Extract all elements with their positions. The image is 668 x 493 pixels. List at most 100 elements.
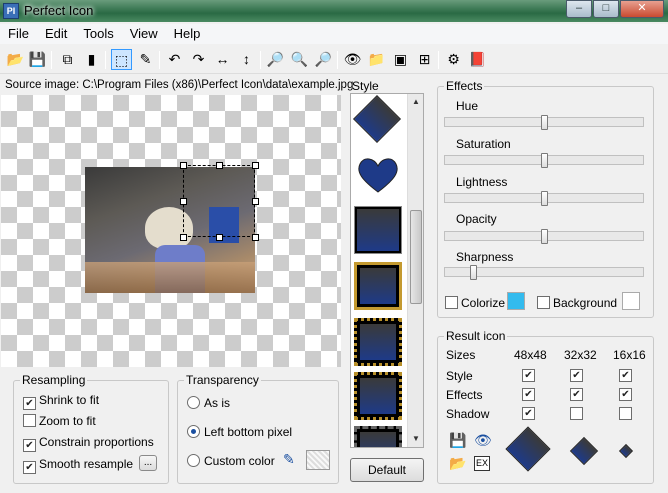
scroll-up-arrow-icon[interactable]: ▲ (408, 94, 424, 110)
options-icon[interactable]: ⚙ (443, 49, 464, 70)
selection-handle[interactable] (252, 198, 259, 205)
style-thumbnail-gold-frame[interactable] (354, 262, 402, 310)
zoom-fit-icon[interactable]: 🔎 (313, 49, 334, 70)
image-canvas[interactable] (1, 95, 341, 367)
style-thumbnail-square[interactable] (354, 206, 402, 254)
slider-thumb[interactable] (541, 191, 548, 206)
copy-icon[interactable]: ⧉ (57, 49, 78, 70)
checkbox-box[interactable] (537, 296, 550, 309)
menu-file[interactable]: File (0, 24, 37, 44)
flip-horizontal-icon[interactable]: ↔ (212, 49, 233, 70)
open-icon-icon[interactable]: 📁 (366, 49, 387, 70)
selection-handle[interactable] (180, 198, 187, 205)
rotate-right-icon[interactable]: ↷ (188, 49, 209, 70)
menu-tools[interactable]: Tools (75, 24, 121, 44)
shrink-to-fit-checkbox[interactable]: ✔ Shrink to fit (23, 393, 99, 410)
about-book-icon[interactable]: 📕 (467, 49, 488, 70)
hue-slider[interactable] (444, 115, 644, 130)
background-color-swatch[interactable] (622, 292, 640, 310)
selection-handle[interactable] (180, 162, 187, 169)
selection-handle[interactable] (180, 234, 187, 241)
style-thumbnail-film-frame[interactable] (354, 426, 402, 447)
colorize-color-swatch[interactable] (507, 292, 525, 310)
radio-button[interactable] (187, 425, 200, 438)
slider-thumb[interactable] (470, 265, 477, 280)
transparency-left-bottom-radio[interactable]: Left bottom pixel (187, 425, 292, 439)
paste-icon[interactable]: ▮ (81, 49, 102, 70)
size-column-16: 16x16 (613, 348, 646, 362)
custom-color-swatch[interactable] (306, 450, 330, 470)
eyedropper-icon[interactable]: ✎ (283, 451, 295, 468)
style-32-checkbox[interactable]: ✔ (570, 369, 583, 382)
crop-selection[interactable] (183, 165, 255, 237)
style-thumbnail-heart[interactable] (354, 150, 402, 198)
checkbox-box[interactable]: ✔ (23, 397, 36, 410)
saturation-slider[interactable] (444, 153, 644, 168)
menu-help[interactable]: Help (166, 24, 209, 44)
save-icon[interactable]: 💾 (27, 49, 48, 70)
colorize-checkbox[interactable]: Colorize (445, 296, 505, 310)
style-row-label: Style (446, 369, 473, 383)
selection-handle[interactable] (252, 162, 259, 169)
select-rect-icon[interactable]: ⬚ (111, 49, 132, 70)
effects-16-checkbox[interactable]: ✔ (619, 388, 632, 401)
transparency-as-is-radio[interactable]: As is (187, 396, 230, 410)
style-thumbnail-dotted-frame-2[interactable] (354, 372, 402, 420)
slider-thumb[interactable] (541, 153, 548, 168)
open-folder-icon[interactable]: 📂 (5, 49, 26, 70)
eyedropper-icon[interactable]: ✎ (135, 49, 156, 70)
style-16-checkbox[interactable]: ✔ (619, 369, 632, 382)
style-thumbnail-dotted-frame[interactable] (354, 318, 402, 366)
radio-button[interactable] (187, 396, 200, 409)
zoom-out-icon[interactable]: 🔍 (289, 49, 310, 70)
style-list-scrollbar[interactable]: ▲ ▼ (407, 94, 423, 447)
effects-32-checkbox[interactable]: ✔ (570, 388, 583, 401)
constrain-proportions-checkbox[interactable]: ✔ Constrain proportions (23, 435, 154, 452)
scrollbar-thumb[interactable] (410, 210, 422, 304)
menu-edit[interactable]: Edit (37, 24, 75, 44)
window-controls: – □ ✕ (565, 0, 664, 18)
open-folder-icon[interactable]: 📂 (449, 455, 466, 472)
style-thumbnail-diamond[interactable] (352, 94, 402, 144)
export-exe-icon[interactable]: ▣ (390, 49, 411, 70)
background-checkbox[interactable]: Background (537, 296, 617, 310)
lightness-slider[interactable] (444, 191, 644, 206)
zoom-to-fit-checkbox[interactable]: Zoom to fit (23, 414, 96, 428)
checkbox-label: Colorize (461, 296, 506, 310)
checkbox-box[interactable] (445, 296, 458, 309)
close-button[interactable]: ✕ (620, 0, 664, 18)
minimize-button[interactable]: – (566, 0, 592, 18)
transparency-custom-color-radio[interactable]: Custom color (187, 454, 275, 468)
radio-button[interactable] (187, 454, 200, 467)
checkbox-box[interactable] (23, 414, 36, 427)
flip-vertical-icon[interactable]: ↕ (236, 49, 257, 70)
scroll-down-arrow-icon[interactable]: ▼ (408, 431, 424, 447)
slider-thumb[interactable] (541, 115, 548, 130)
export-exe-icon[interactable]: EX (474, 456, 490, 471)
default-button[interactable]: Default (350, 458, 424, 482)
resample-options-button[interactable]: ... (139, 455, 157, 471)
windows-logo-icon[interactable]: ⊞ (414, 49, 435, 70)
checkbox-box[interactable]: ✔ (23, 461, 36, 474)
preview-eye-icon[interactable]: 👁 (342, 49, 363, 70)
shadow-16-checkbox[interactable] (619, 407, 632, 420)
smooth-resample-checkbox[interactable]: ✔ Smooth resample (23, 457, 133, 474)
toolbar-separator (105, 51, 106, 69)
opacity-slider[interactable] (444, 229, 644, 244)
menu-view[interactable]: View (122, 24, 166, 44)
preview-eye-icon[interactable]: 👁 (474, 432, 492, 449)
effects-48-checkbox[interactable]: ✔ (522, 388, 535, 401)
maximize-button[interactable]: □ (593, 0, 619, 18)
slider-thumb[interactable] (541, 229, 548, 244)
shadow-48-checkbox[interactable]: ✔ (522, 407, 535, 420)
selection-handle[interactable] (216, 162, 223, 169)
rotate-left-icon[interactable]: ↶ (164, 49, 185, 70)
sharpness-slider[interactable] (444, 265, 644, 280)
checkbox-box[interactable]: ✔ (23, 439, 36, 452)
selection-handle[interactable] (216, 234, 223, 241)
selection-handle[interactable] (252, 234, 259, 241)
shadow-32-checkbox[interactable] (570, 407, 583, 420)
style-48-checkbox[interactable]: ✔ (522, 369, 535, 382)
zoom-in-icon[interactable]: 🔎 (265, 49, 286, 70)
save-icon[interactable]: 💾 (449, 432, 466, 449)
